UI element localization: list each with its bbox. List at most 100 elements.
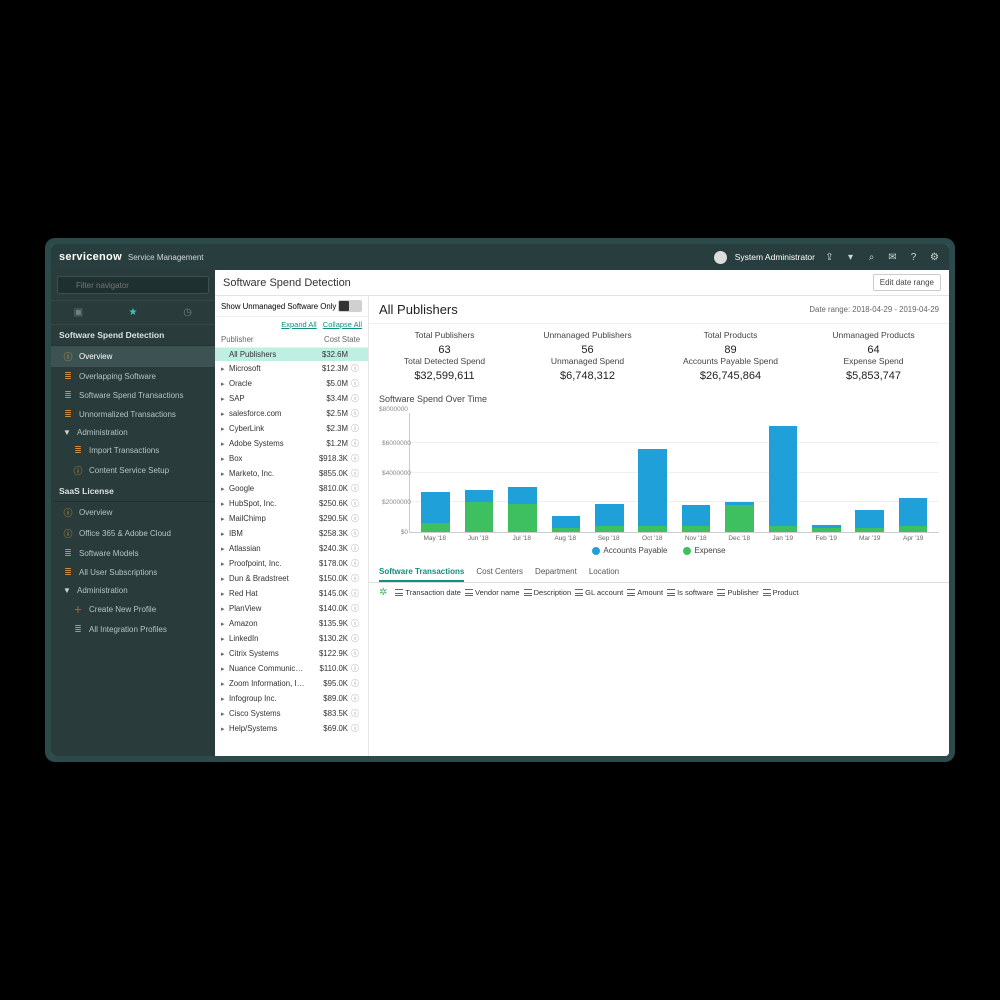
expand-icon[interactable]: ▸ [221,515,229,523]
publisher-row[interactable]: ▸Help/Systems$69.0Kⓘ [215,721,368,736]
dropdown-icon[interactable]: ▾ [844,251,857,264]
publisher-row[interactable]: ▸Dun & Bradstreet$150.0Kⓘ [215,571,368,586]
publisher-row[interactable]: ▸Proofpoint, Inc.$178.0Kⓘ [215,556,368,571]
expand-icon[interactable]: ▸ [221,650,229,658]
publisher-row[interactable]: ▸LinkedIn$130.2Kⓘ [215,631,368,646]
expand-icon[interactable]: ▸ [221,410,229,418]
expand-icon[interactable]: ▸ [221,725,229,733]
sidebar-item-overview[interactable]: ⓘOverview [51,502,215,523]
column-header[interactable]: Description [524,588,572,597]
sidebar-item-office-365-adobe-cloud[interactable]: ⓘOffice 365 & Adobe Cloud [51,523,215,544]
expand-icon[interactable]: ▸ [221,575,229,583]
publisher-row[interactable]: ▸Zoom Information, Inc.$95.0Kⓘ [215,676,368,691]
sidebar-item-content-service-setup[interactable]: ⓘContent Service Setup [51,460,215,481]
expand-icon[interactable]: ▸ [221,395,229,403]
expand-icon[interactable]: ▸ [221,560,229,568]
publisher-row[interactable]: ▸Cisco Systems$83.5Kⓘ [215,706,368,721]
chart-bar[interactable] [421,413,450,532]
expand-icon[interactable]: ▸ [221,620,229,628]
chart-bar[interactable] [508,413,537,532]
avatar[interactable] [714,251,727,264]
expand-icon[interactable]: ▸ [221,590,229,598]
sidebar-item-overview[interactable]: ⓘOverview [51,346,215,367]
chart-bar[interactable] [769,413,798,532]
sidebar-item-unnormalized-transactions[interactable]: ≣Unnormalized Transactions [51,405,215,424]
expand-icon[interactable]: ▸ [221,665,229,673]
tab-cost-centers[interactable]: Cost Centers [476,563,523,582]
chart-bar[interactable] [812,413,841,532]
publisher-row[interactable]: ▸Red Hat$145.0Kⓘ [215,586,368,601]
expand-icon[interactable]: ▸ [221,605,229,613]
publisher-row[interactable]: All Publishers$32.6M [215,348,368,361]
unmanaged-only-toggle[interactable] [338,300,362,312]
search-icon[interactable]: ⌕ [865,251,878,264]
column-header[interactable]: Publisher [717,588,758,597]
publisher-row[interactable]: ▸Atlassian$240.3Kⓘ [215,541,368,556]
chart-bar[interactable] [855,413,884,532]
publisher-row[interactable]: ▸SAP$3.4Mⓘ [215,391,368,406]
sidebar-item-all-integration-profiles[interactable]: ≣All Integration Profiles [51,620,215,639]
column-header[interactable]: Amount [627,588,663,597]
expand-icon[interactable]: ▸ [221,485,229,493]
expand-icon[interactable]: ▸ [221,695,229,703]
publisher-row[interactable]: ▸IBM$258.3Kⓘ [215,526,368,541]
tab-department[interactable]: Department [535,563,577,582]
publisher-row[interactable]: ▸Marketo, Inc.$855.0Kⓘ [215,466,368,481]
publisher-row[interactable]: ▸MailChimp$290.5Kⓘ [215,511,368,526]
sidebar-item-software-models[interactable]: ≣Software Models [51,544,215,563]
expand-icon[interactable]: ▸ [221,500,229,508]
expand-all-link[interactable]: Expand All [281,320,316,329]
publisher-row[interactable]: ▸Citrix Systems$122.9Kⓘ [215,646,368,661]
gear-icon[interactable]: ⚙ [928,251,941,264]
publisher-row[interactable]: ▸CyberLink$2.3Mⓘ [215,421,368,436]
publisher-row[interactable]: ▸HubSpot, Inc.$250.6Kⓘ [215,496,368,511]
chart-bar[interactable] [552,413,581,532]
collapse-all-link[interactable]: Collapse All [323,320,362,329]
sidebar-item-all-user-subscriptions[interactable]: ≣All User Subscriptions [51,563,215,582]
chart-bar[interactable] [465,413,494,532]
column-header[interactable]: Product [763,588,799,597]
publisher-row[interactable]: ▸Adobe Systems$1.2Mⓘ [215,436,368,451]
expand-icon[interactable]: ▸ [221,545,229,553]
chart-bar[interactable] [725,413,754,532]
column-header[interactable]: Is software [667,588,713,597]
chart-bar[interactable] [595,413,624,532]
sidebar-item-software-spend-transactions[interactable]: ≣Software Spend Transactions [51,386,215,405]
edit-date-range-button[interactable]: Edit date range [873,274,941,291]
table-settings-icon[interactable]: ✲ [379,587,387,598]
sidebar-item-administration[interactable]: ▼Administration [51,582,215,599]
expand-icon[interactable]: ▸ [221,530,229,538]
nav-tab-favorites[interactable]: ★ [106,307,160,318]
expand-icon[interactable]: ▸ [221,635,229,643]
publisher-row[interactable]: ▸Oracle$5.0Mⓘ [215,376,368,391]
expand-icon[interactable]: ▸ [221,440,229,448]
publisher-row[interactable]: ▸Nuance Communications$110.0Kⓘ [215,661,368,676]
nav-tab-all[interactable]: ▣ [51,307,105,318]
publisher-row[interactable]: ▸Infogroup Inc.$89.0Kⓘ [215,691,368,706]
sidebar-item-create-new-profile[interactable]: ＋Create New Profile [51,599,215,620]
nav-tab-history[interactable]: ◷ [161,307,215,318]
sidebar-item-administration[interactable]: ▼Administration [51,424,215,441]
sidebar-item-import-transactions[interactable]: ≣Import Transactions [51,441,215,460]
expand-icon[interactable]: ▸ [221,710,229,718]
user-name[interactable]: System Administrator [735,252,815,262]
publisher-row[interactable]: ▸Amazon$135.9Kⓘ [215,616,368,631]
chart-bar[interactable] [638,413,667,532]
expand-icon[interactable]: ▸ [221,470,229,478]
column-header[interactable]: GL account [575,588,623,597]
expand-icon[interactable]: ▸ [221,455,229,463]
tab-location[interactable]: Location [589,563,619,582]
publisher-row[interactable]: ▸PlanView$140.0Kⓘ [215,601,368,616]
help-icon[interactable]: ? [907,251,920,264]
column-header[interactable]: Transaction date [395,588,461,597]
publisher-row[interactable]: ▸Box$918.3Kⓘ [215,451,368,466]
column-header[interactable]: Vendor name [465,588,520,597]
expand-icon[interactable]: ▸ [221,380,229,388]
chart-bar[interactable] [682,413,711,532]
expand-icon[interactable]: ▸ [221,425,229,433]
chart-bar[interactable] [899,413,928,532]
filter-navigator-input[interactable] [57,276,209,294]
expand-icon[interactable]: ▸ [221,680,229,688]
expand-icon[interactable]: ▸ [221,365,229,373]
publisher-row[interactable]: ▸salesforce.com$2.5Mⓘ [215,406,368,421]
